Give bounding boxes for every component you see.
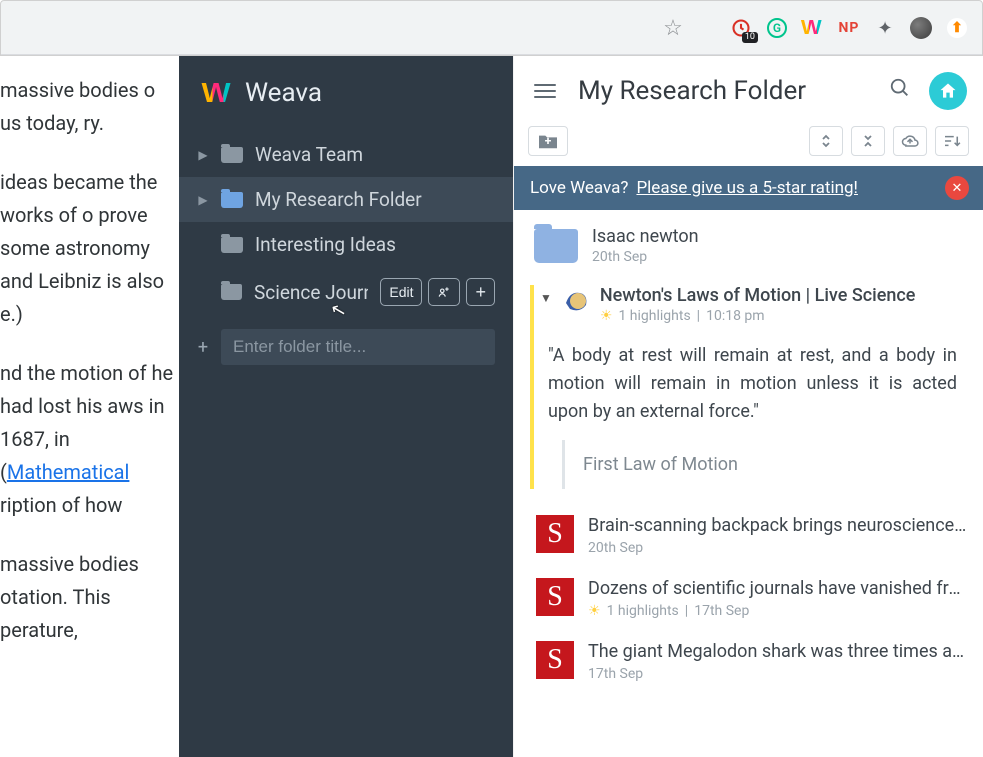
highlight-note[interactable]: First Law of Motion (562, 440, 967, 489)
menu-icon[interactable] (530, 80, 560, 102)
source-card[interactable]: S Brain-scanning backpack brings neurosc… (530, 515, 967, 556)
folder-icon (221, 192, 243, 208)
cloud-sync-button[interactable] (893, 126, 927, 156)
article-link-mathematical[interactable]: Mathematical (7, 460, 130, 484)
collapse-all-button[interactable] (851, 126, 885, 156)
chevron-right-icon: ▶ (197, 193, 209, 207)
bookmark-star-icon[interactable]: ☆ (662, 17, 684, 39)
grammarly-icon[interactable]: G (766, 17, 788, 39)
sidebar-item-interesting-ideas[interactable]: Interesting Ideas (179, 222, 513, 267)
sidebar-item-label: Weava Team (255, 143, 363, 166)
plus-icon: + (197, 337, 209, 358)
new-folder-input[interactable] (221, 329, 495, 365)
extension-badge-icon[interactable]: 10 (730, 17, 752, 39)
source-title[interactable]: Newton's Laws of Motion | Live Science (600, 285, 967, 306)
panel-toolbar: + (514, 122, 983, 166)
search-icon[interactable] (889, 77, 911, 105)
profile-avatar[interactable] (910, 17, 932, 39)
article-text-4: massive bodies otation. This perature, (0, 548, 179, 647)
browser-toolbar: ☆ 10 G W NP ✦ ⬆ (0, 0, 983, 56)
article-text-2: ideas became the works of o prove some a… (0, 166, 179, 331)
new-folder-row: + (179, 317, 513, 377)
edit-folder-button[interactable]: Edit (380, 278, 422, 306)
source-favicon-s: S (536, 641, 574, 679)
weava-brand: W Weava (179, 56, 513, 132)
source-favicon-s: S (536, 515, 574, 553)
source-highlight-count: 1 highlights (607, 603, 679, 619)
highlight-dot-icon: ☀ (588, 603, 601, 619)
highlight-quote[interactable]: "A body at rest will remain at rest, and… (548, 342, 967, 426)
np-extension-icon[interactable]: NP (838, 17, 860, 39)
source-title: Dozens of scientific journals have vanis… (588, 578, 967, 599)
subfolder-date: 20th Sep (592, 249, 699, 265)
folder-icon (221, 147, 243, 163)
extension-badge-count: 10 (742, 32, 758, 43)
promo-link[interactable]: Please give us a 5-star rating! (636, 178, 858, 198)
source-favicon (562, 287, 590, 315)
sidebar-item-weava-team[interactable]: ▶ Weava Team (179, 132, 513, 177)
share-folder-button[interactable] (428, 278, 460, 306)
subfolder-item[interactable]: Isaac newton 20th Sep (530, 226, 967, 265)
sidebar-item-my-research-folder[interactable]: ▶ My Research Folder (179, 177, 513, 222)
panel-body: Isaac newton 20th Sep ▼ Newton's Laws of… (514, 210, 983, 757)
sort-button[interactable] (935, 126, 969, 156)
source-title: Brain-scanning backpack brings neuroscie… (588, 515, 967, 536)
sidebar-item-label: Interesting Ideas (255, 233, 396, 256)
expand-collapse-button[interactable] (809, 126, 843, 156)
source-date: 17th Sep (694, 603, 749, 619)
folder-icon (221, 237, 243, 253)
chevron-right-icon: ▶ (197, 148, 209, 162)
folder-icon (221, 284, 242, 300)
sidebar-item-label: Science Journ (254, 281, 368, 304)
folder-icon (534, 229, 578, 263)
article-text-3: nd the motion of he had lost his aws in … (0, 357, 179, 522)
promo-text: Love Weava? (530, 178, 628, 198)
subfolder-title: Isaac newton (592, 226, 699, 247)
source-date: 17th Sep (588, 666, 643, 682)
home-button[interactable] (929, 72, 967, 110)
chevron-down-icon[interactable]: ▼ (540, 285, 552, 305)
promo-banner: Love Weava? Please give us a 5-star rati… (514, 166, 983, 210)
source-title: The giant Megalodon shark was three time… (588, 641, 967, 662)
sidebar-item-label: My Research Folder (255, 188, 422, 211)
panel-title: My Research Folder (578, 76, 871, 106)
highlight-dot-icon: ☀ (600, 308, 613, 324)
extensions-menu-icon[interactable]: ✦ (874, 17, 896, 39)
add-subfolder-button[interactable]: + (466, 278, 495, 306)
close-icon[interactable]: ✕ (945, 176, 969, 200)
source-timestamp: 10:18 pm (706, 308, 764, 324)
source-favicon-s: S (536, 578, 574, 616)
update-extension-icon[interactable]: ⬆ (946, 17, 968, 39)
article-background: massive bodies o us today, ry. ideas bec… (0, 56, 179, 757)
weava-logo-icon: W (202, 80, 235, 106)
source-card[interactable]: S The giant Megalodon shark was three ti… (530, 641, 967, 682)
weava-sidebar: W Weava ▶ Weava Team ▶ My Research Folde… (179, 56, 513, 757)
sidebar-item-science-journals[interactable]: Science Journ Edit + (179, 267, 513, 317)
source-card[interactable]: S Dozens of scientific journals have van… (530, 578, 967, 619)
source-card-expanded: ▼ Newton's Laws of Motion | Live Science… (530, 285, 967, 489)
new-folder-button[interactable]: + (528, 126, 568, 156)
source-highlight-count: 1 highlights (618, 308, 690, 324)
article-text-1: massive bodies o us today, ry. (0, 74, 179, 140)
weava-panel: My Research Folder + (513, 56, 983, 757)
panel-header: My Research Folder (514, 56, 983, 122)
source-date: 20th Sep (588, 540, 643, 556)
weava-brand-label: Weava (245, 78, 322, 108)
folder-list: ▶ Weava Team ▶ My Research Folder Intere… (179, 132, 513, 317)
weava-extension-icon[interactable]: W (802, 17, 824, 39)
